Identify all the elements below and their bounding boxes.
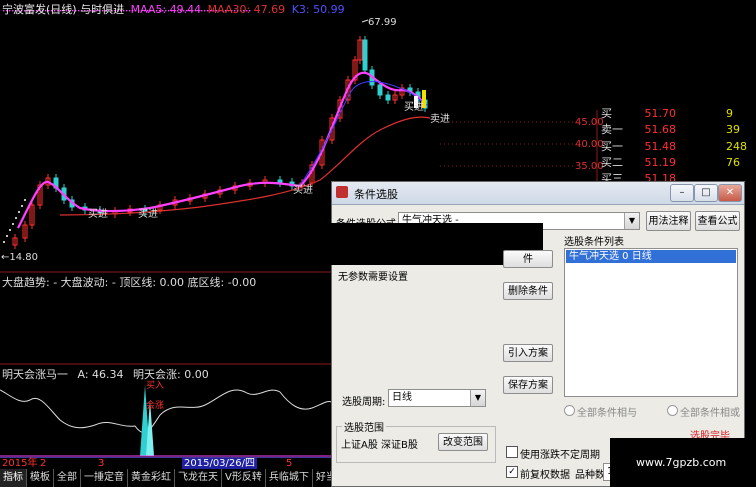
- adjust-data-label: 前复权数据: [520, 470, 570, 481]
- sell-signal-1: 卖进: [430, 114, 450, 125]
- uncertain-period-label: 使用涨跌不定周期: [520, 450, 600, 461]
- indicator2-mark-rise: 会涨: [146, 401, 165, 411]
- chevron-down-icon[interactable]: ▼: [624, 213, 639, 229]
- uncertain-period-checkbox[interactable]: [506, 446, 518, 458]
- order-book-top: 买 51.70 9: [601, 107, 733, 121]
- watermark-text: www.7gpzb.com: [636, 456, 727, 469]
- indicator2-mark-buy: 买入: [146, 381, 165, 391]
- tab-all[interactable]: 全部: [54, 469, 81, 487]
- view-formula-button[interactable]: 查看公式: [695, 211, 740, 231]
- dialog-titlebar[interactable]: 条件选股 – □ ✕: [332, 182, 744, 205]
- order-vol: 39: [726, 123, 740, 136]
- add-condition-button[interactable]: 件: [503, 250, 553, 268]
- buy-signal-4: 买进: [404, 102, 424, 113]
- period-label: 选股周期:: [342, 397, 386, 408]
- tab-vxingfanzhuan[interactable]: V形反转: [222, 469, 266, 487]
- radio-and-label: 全部条件相与: [577, 408, 637, 419]
- low-price-label: ←14.80: [1, 252, 39, 263]
- buy-signal-2: 买进: [138, 209, 158, 220]
- order-book-row: 买一 51.48 248: [601, 140, 747, 154]
- indicator2-name: 明天会涨马一: [2, 368, 68, 381]
- period-combo[interactable]: 日线 ▼: [388, 389, 486, 407]
- ma30-readout: MAA30: 47.69: [207, 3, 286, 16]
- dialog-title: 条件选股: [354, 188, 398, 201]
- indicator1-text: 大盘趋势: - 大盘波动: - 顶区线: 0.00 底区线: -0.00: [2, 276, 257, 289]
- buy-signal-3: 买进: [293, 185, 313, 196]
- tab-template[interactable]: 模板: [27, 469, 54, 487]
- count-label: 品种数: [575, 470, 605, 481]
- import-plan-button[interactable]: 引入方案: [503, 344, 553, 362]
- list-item[interactable]: 牛气冲天选 0 日线: [566, 250, 736, 263]
- order-vol: 9: [726, 107, 733, 120]
- save-plan-button[interactable]: 保存方案: [503, 376, 553, 394]
- indicator2-b: 明天会涨: 0.00: [133, 368, 209, 381]
- minimize-icon[interactable]: –: [670, 184, 694, 202]
- order-price: 51.70: [644, 107, 677, 120]
- axis-label-35: 35.00: [575, 161, 604, 172]
- order-book-row: 买二 51.19 76: [601, 156, 740, 170]
- high-price-label: 67.99: [368, 17, 397, 28]
- period-value: 日线: [392, 392, 412, 403]
- tab-huangjincaihong[interactable]: 黄金彩虹: [128, 469, 175, 487]
- order-vol: 248: [726, 140, 747, 153]
- indicator1-header: 大盘趋势: - 大盘波动: - 顶区线: 0.00 底区线: -0.00: [2, 274, 256, 290]
- condition-list[interactable]: 牛气冲天选 0 日线: [564, 248, 738, 397]
- order-label: 卖一: [601, 123, 623, 136]
- tab-binglinchengxia[interactable]: 兵临城下: [266, 469, 313, 487]
- stock-title: 宁波富发(日线) 与时俱进: [2, 3, 125, 16]
- order-price: 51.19: [644, 156, 677, 169]
- chevron-down-icon[interactable]: ▼: [470, 390, 485, 406]
- candle-body: [385, 94, 391, 101]
- radio-or[interactable]: [667, 405, 678, 416]
- adjust-data-checkbox[interactable]: ✓: [506, 466, 518, 478]
- range-group-title: 选股范围: [342, 419, 386, 434]
- sar-dot: [18, 211, 20, 213]
- close-icon[interactable]: ✕: [718, 184, 742, 202]
- range-text: 上证A股 深证B股: [341, 440, 418, 451]
- order-price: 51.68: [644, 123, 677, 136]
- app-icon: [336, 186, 348, 198]
- axis-label-40: 40.00: [575, 139, 604, 150]
- indicator-tab-bar: 指标 模板 全部 一捶定音 黄金彩虹 飞龙在天 V形反转 兵临城下 好当家 龙: [0, 469, 367, 487]
- tab-indicator[interactable]: 指标: [0, 469, 27, 487]
- indicator2-a: A: 46.34: [77, 368, 124, 381]
- order-book-row: 卖一 51.68 39: [601, 123, 740, 137]
- chart-header: 宁波富发(日线) 与时俱进 MAA5: 49.44 MAA30: 47.69 K…: [2, 1, 345, 17]
- order-price: 51.48: [644, 140, 677, 153]
- usage-button[interactable]: 用法注释: [646, 211, 691, 231]
- maximize-icon[interactable]: □: [694, 184, 718, 202]
- indicator2-header: 明天会涨马一 A: 46.34 明天会涨: 0.00: [2, 366, 209, 382]
- sar-dot: [21, 205, 23, 207]
- no-param-text: 无参数需要设置: [338, 272, 408, 283]
- sar-dot: [9, 229, 11, 231]
- order-label: 买: [601, 107, 612, 120]
- delete-condition-button[interactable]: 删除条件: [503, 282, 553, 300]
- order-label: 买二: [601, 156, 623, 169]
- candle-body: [377, 84, 383, 96]
- sar-dot: [3, 241, 5, 243]
- sar-dot: [24, 199, 26, 201]
- axis-label-45: 45.00: [575, 117, 604, 128]
- tab-feilongzaitian[interactable]: 飞龙在天: [175, 469, 222, 487]
- change-range-button[interactable]: 改变范围: [438, 433, 488, 451]
- order-label: 买一: [601, 140, 623, 153]
- buy-signal-1: 买进: [88, 209, 108, 220]
- candle-body: [362, 39, 368, 71]
- sar-dot: [12, 223, 14, 225]
- radio-or-label: 全部条件相或: [680, 408, 740, 419]
- extra-readout: K3: 50.99: [291, 3, 345, 16]
- tab-yichuidingyin[interactable]: 一捶定音: [81, 469, 128, 487]
- ma5-readout: MAA5: 49.44: [130, 3, 202, 16]
- radio-and[interactable]: [564, 405, 575, 416]
- condition-list-title: 选股条件列表: [564, 237, 624, 248]
- sar-dot: [6, 235, 8, 237]
- sar-dot: [15, 217, 17, 219]
- watermark-box: www.7gpzb.com: [610, 438, 756, 487]
- order-vol: 76: [726, 156, 740, 169]
- indicator2-line: [0, 389, 332, 434]
